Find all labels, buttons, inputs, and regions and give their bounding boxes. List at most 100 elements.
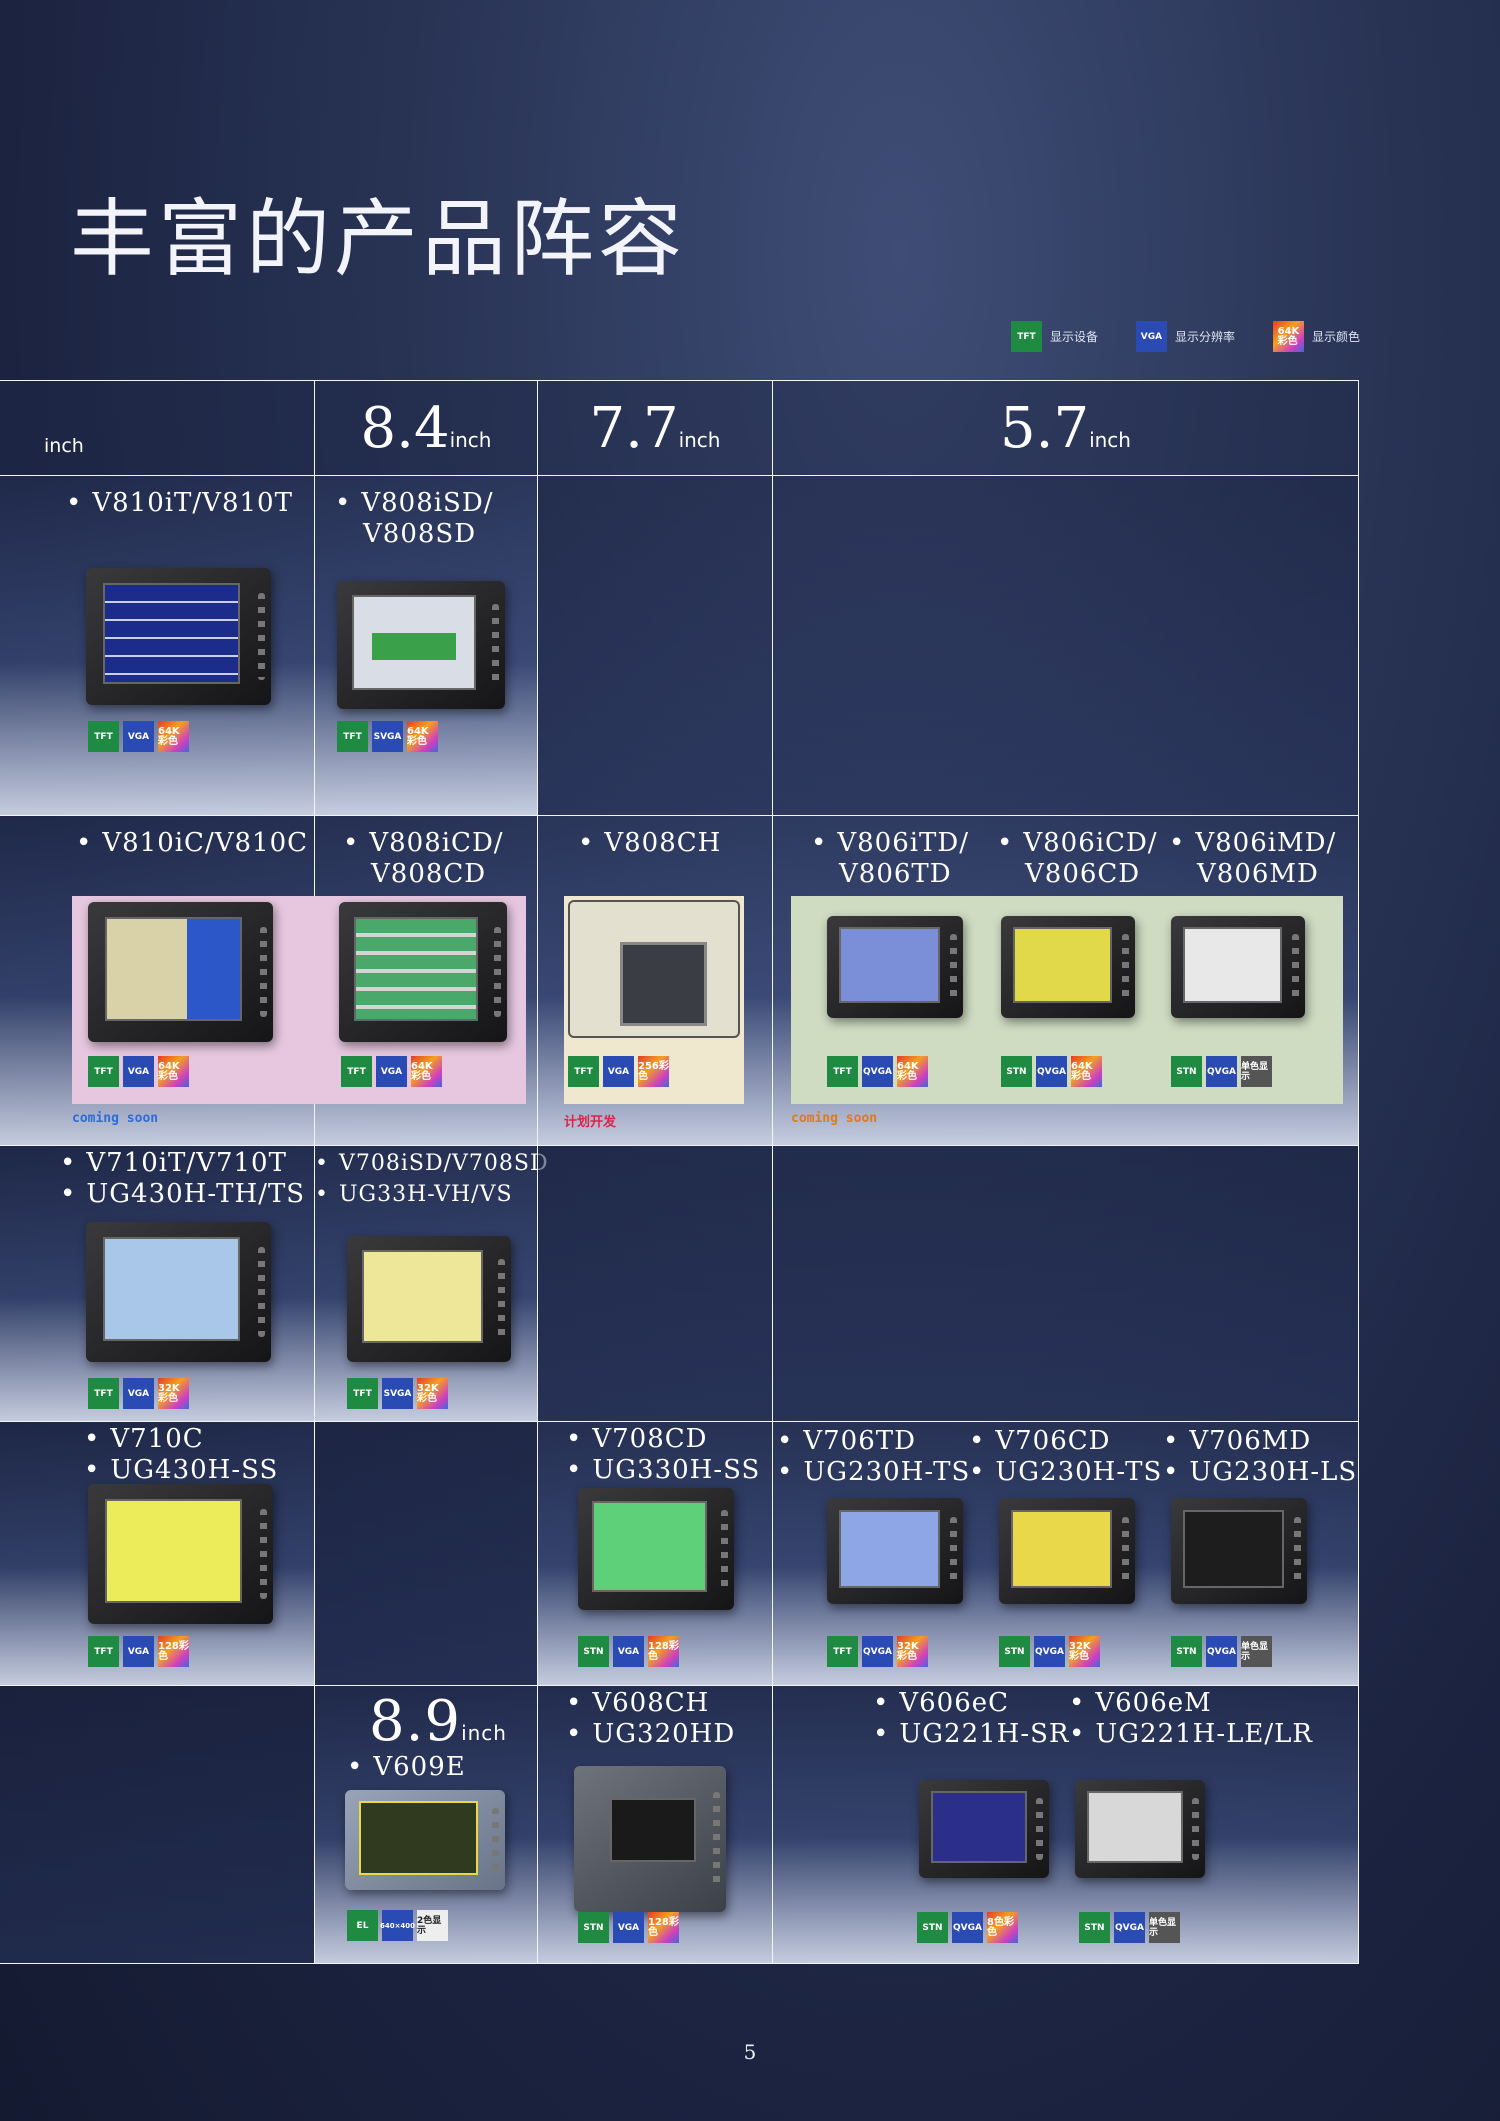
vga-badge-icon: VGA: [613, 1636, 644, 1667]
model-name: • V808CH: [578, 828, 722, 858]
model-name: • V606eC • UG221H-SR: [873, 1688, 1070, 1749]
legend-item-resolution: VGA 显示分辨率: [1135, 321, 1235, 352]
hmi-panel-image: [337, 581, 505, 709]
vga-badge-icon: VGA: [123, 721, 154, 752]
model-name: • V706CD • UG230H-TS: [969, 1426, 1163, 1487]
resolution-badge-icon: 640×400: [380, 1910, 415, 1941]
color-badge-icon: 128彩色: [648, 1636, 679, 1667]
color-badge-icon: 64K彩色: [897, 1056, 928, 1087]
vga-badge-icon: VGA: [1135, 321, 1167, 352]
stn-badge-icon: STN: [1171, 1056, 1202, 1087]
color-badge-icon: 32K彩色: [897, 1636, 928, 1667]
mono-badge-icon: 单色显示: [1241, 1636, 1272, 1667]
qvga-badge-icon: QVGA: [1034, 1636, 1065, 1667]
hmi-panel-image: [1171, 916, 1305, 1018]
tft-badge-icon: TFT: [337, 721, 368, 752]
legend: TFT 显示设备 VGA 显示分辨率 64K 彩色 显示颜色: [1010, 321, 1360, 352]
tft-badge-icon: TFT: [88, 1056, 119, 1087]
tft-badge-icon: TFT: [88, 1378, 119, 1409]
stn-badge-icon: STN: [917, 1912, 948, 1943]
cell-v710it: • V710iT/V710T • UG430H-TH/TS TFT VGA 32K彩色: [0, 1146, 315, 1422]
mono-badge-icon: 单色显示: [1241, 1056, 1272, 1087]
model-name: • V706MD • UG230H-LS: [1163, 1426, 1358, 1487]
hmi-panel-image: [827, 1498, 963, 1604]
hmi-panel-image: [1001, 916, 1135, 1018]
spec-badges: TFT VGA 64K彩色: [88, 1056, 189, 1087]
cell-v806: • V806iTD/V806TD • V806iCD/V806CD • V806iMD…: [773, 816, 1359, 1146]
header-unit: inch: [44, 435, 84, 457]
tft-badge-icon: TFT: [827, 1056, 858, 1087]
model-name: • V810iC/V810C: [76, 828, 309, 858]
spec-badges: TFT SVGA 64K彩色: [337, 721, 438, 752]
hmi-panel-image: [574, 1766, 726, 1912]
cell-v609e: 8.9inch • V609E EL 640×400 2色显示: [315, 1686, 538, 1964]
cell-empty: [773, 1146, 1359, 1422]
cell-v808isd: • V808iSD/V808SD TFT SVGA 64K彩色: [315, 476, 538, 816]
model-name: • V806iTD/V806TD: [811, 828, 970, 889]
tft-badge-icon: TFT: [347, 1378, 378, 1409]
cell-empty: [538, 476, 773, 816]
qvga-badge-icon: QVGA: [862, 1636, 893, 1667]
cell-v808icd: • V808iCD/V808CD TFT VGA 64K彩色: [315, 816, 538, 1146]
qvga-badge-icon: QVGA: [952, 1912, 983, 1943]
vga-badge-icon: VGA: [603, 1056, 634, 1087]
model-name: • V606eM • UG221H-LE/LR: [1069, 1688, 1313, 1749]
tft-badge-icon: TFT: [827, 1636, 858, 1667]
cell-empty: [0, 1686, 315, 1964]
product-grid: inch 8.4inch 7.7inch 5.7inch • V810iT/V81…: [0, 380, 1359, 1964]
color-badge-icon: 32K彩色: [1069, 1636, 1100, 1667]
legend-label: 显示颜色: [1311, 330, 1360, 344]
stn-badge-icon: STN: [999, 1636, 1030, 1667]
header-size: 8.4: [360, 396, 450, 461]
hmi-panel-image: [827, 916, 963, 1018]
color-badge-icon: 32K彩色: [417, 1378, 448, 1409]
spec-badges: TFT VGA 64K彩色: [88, 721, 189, 752]
mono-badge-icon: 单色显示: [1149, 1912, 1180, 1943]
vga-badge-icon: VGA: [123, 1056, 154, 1087]
spec-badges: STN QVGA 单色显示: [1171, 1636, 1272, 1667]
vga-badge-icon: VGA: [376, 1056, 407, 1087]
legend-item-color: 64K 彩色 显示颜色: [1272, 321, 1360, 352]
qvga-badge-icon: QVGA: [1114, 1912, 1145, 1943]
legend-label: 显示分辨率: [1174, 330, 1235, 344]
model-name: • V708CD • UG330H-SS: [566, 1424, 761, 1485]
model-name: • V710C • UG430H-SS: [84, 1424, 279, 1485]
vga-badge-icon: VGA: [613, 1912, 644, 1943]
stn-badge-icon: STN: [1171, 1636, 1202, 1667]
model-name: • V609E: [347, 1752, 466, 1782]
spec-badges: STN VGA 128彩色: [578, 1912, 679, 1943]
header-size: 5.7: [1000, 396, 1090, 461]
hmi-panel-image: [88, 902, 273, 1042]
svga-badge-icon: SVGA: [382, 1378, 413, 1409]
hmi-panel-image: [999, 1498, 1135, 1604]
header-unit: inch: [449, 428, 492, 452]
header-size: 7.7: [589, 396, 679, 461]
tft-badge-icon: TFT: [88, 1636, 119, 1667]
hmi-panel-image: [1075, 1780, 1205, 1878]
spec-badges: STN VGA 128彩色: [578, 1636, 679, 1667]
header-unit: inch: [678, 428, 721, 452]
model-name: • V608CH • UG320HD: [566, 1688, 736, 1749]
spec-badges: STN QVGA 32K彩色: [999, 1636, 1100, 1667]
vga-badge-icon: VGA: [123, 1636, 154, 1667]
header-cell-7-7inch: 7.7inch: [538, 380, 773, 476]
cell-v810ic: • V810iC/V810C TFT VGA 64K彩色 coming soon: [0, 816, 315, 1146]
cell-v708isd: • V708iSD/V708SD • UG33H-VH/VS TFT SVGA 32K…: [315, 1146, 548, 1422]
coming-soon-note: coming soon: [791, 1111, 878, 1126]
hmi-panel-image: [1171, 1498, 1307, 1604]
model-name: • V706TD • UG230H-TS: [777, 1426, 971, 1487]
model-name: • V708iSD/V708SD • UG33H-VH/VS: [315, 1151, 549, 1207]
tft-badge-icon: TFT: [341, 1056, 372, 1087]
spec-badges: EL 640×400 2色显示: [347, 1910, 448, 1941]
page-title: 丰富的产品阵容: [70, 190, 687, 288]
planned-note: 计划开发: [564, 1115, 617, 1130]
coming-soon-note: coming soon: [72, 1111, 159, 1126]
color-badge-icon: 64K彩色: [411, 1056, 442, 1087]
hmi-panel-image: [345, 1790, 505, 1890]
qvga-badge-icon: QVGA: [1206, 1636, 1237, 1667]
hmi-panel-image: [578, 1488, 734, 1610]
model-name: • V806iCD/V806CD: [997, 828, 1158, 889]
stn-badge-icon: STN: [1079, 1912, 1110, 1943]
cell-v608ch: • V608CH • UG320HD STN VGA 128彩色: [538, 1686, 773, 1964]
color-badge-icon: 64K彩色: [407, 721, 438, 752]
